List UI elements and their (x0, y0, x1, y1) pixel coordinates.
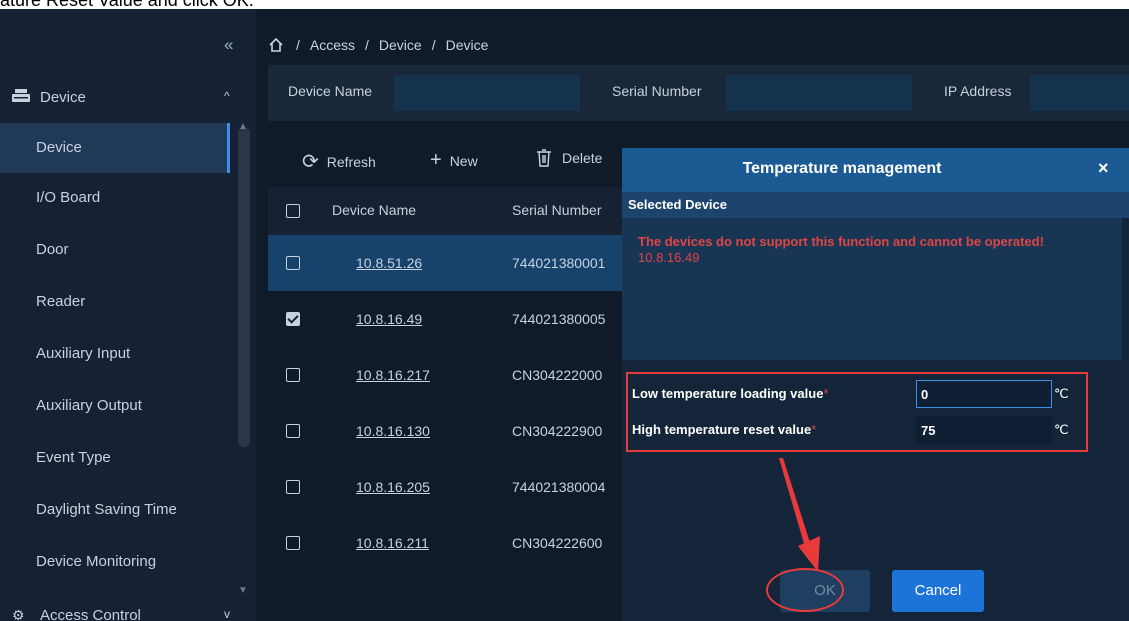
gear-icon: ⚙ (12, 607, 25, 621)
refresh-label: Refresh (326, 153, 376, 170)
serial-number-cell: 744021380001 (512, 255, 606, 271)
device-name-link[interactable]: 10.8.16.217 (356, 367, 430, 383)
serial-number-cell: CN304222600 (512, 535, 603, 551)
row-checkbox[interactable] (286, 424, 300, 438)
filter-bar: Device Name Serial Number IP Address (268, 65, 1129, 121)
column-header-serial-number[interactable]: Serial Number (512, 202, 601, 218)
ip-address-filter-label: IP Address (944, 83, 1012, 99)
device-name-link[interactable]: 10.8.16.130 (356, 423, 430, 439)
serial-number-cell: CN304222000 (512, 367, 603, 383)
device-name-link[interactable]: 10.8.51.26 (356, 255, 422, 271)
device-name-filter-label: Device Name (288, 83, 373, 99)
sidebar-group-label: Access Control (40, 607, 141, 621)
sidebar-item-device[interactable]: Device (0, 123, 230, 173)
sidebar: « Device ^ Device I/O Board Door Reader … (0, 9, 256, 621)
chevron-up-icon: ^ (224, 89, 230, 103)
breadcrumb-item-access[interactable]: Access (310, 37, 355, 53)
delete-label: Delete (562, 150, 603, 166)
instruction-caption: ature Reset Value and click OK. (0, 0, 1129, 9)
new-button[interactable]: + New (430, 149, 478, 172)
device-icon (12, 89, 30, 102)
serial-number-filter-label: Serial Number (612, 83, 702, 99)
sidebar-item-daylight-saving-time[interactable]: Daylight Saving Time (0, 485, 230, 535)
device-name-link[interactable]: 10.8.16.205 (356, 479, 430, 495)
row-checkbox[interactable] (286, 536, 300, 550)
breadcrumb-separator: / (365, 37, 369, 53)
scroll-up-icon[interactable]: ▲ (238, 121, 248, 132)
row-checkbox[interactable] (286, 256, 300, 270)
sidebar-item-auxiliary-output[interactable]: Auxiliary Output (0, 381, 230, 431)
refresh-icon: ⟳ (302, 151, 319, 173)
annotation-arrow-icon (779, 458, 820, 572)
device-name-filter-input[interactable] (394, 75, 580, 111)
device-name-link[interactable]: 10.8.16.49 (356, 311, 422, 327)
sidebar-group-device[interactable]: Device ^ (0, 77, 256, 117)
sidebar-item-event-type[interactable]: Event Type (0, 433, 230, 483)
breadcrumb-item-device[interactable]: Device (379, 37, 422, 53)
row-checkbox-checked[interactable] (286, 312, 300, 326)
row-checkbox[interactable] (286, 480, 300, 494)
device-name-link[interactable]: 10.8.16.211 (356, 535, 429, 551)
sidebar-item-reader[interactable]: Reader (0, 277, 230, 327)
ip-address-filter-input[interactable] (1030, 75, 1129, 111)
new-label: New (449, 152, 478, 169)
app-window: « Device ^ Device I/O Board Door Reader … (0, 9, 1129, 621)
sidebar-item-auxiliary-input[interactable]: Auxiliary Input (0, 329, 230, 379)
trash-icon (537, 149, 551, 167)
sidebar-item-device-monitoring[interactable]: Device Monitoring (0, 537, 230, 587)
sidebar-group-access-control[interactable]: ⚙ Access Control v (0, 605, 256, 621)
select-all-checkbox[interactable] (286, 204, 300, 218)
scroll-down-icon[interactable]: ▼ (238, 585, 248, 596)
chevron-down-icon: v (224, 607, 230, 621)
serial-number-cell: 744021380005 (512, 311, 606, 327)
collapse-sidebar-icon[interactable]: « (224, 35, 233, 55)
sidebar-scroll-thumb[interactable] (238, 127, 250, 447)
breadcrumb-separator: / (431, 37, 436, 53)
temperature-management-dialog: Temperature management × Selected Device… (622, 148, 1129, 621)
serial-number-cell: 744021380004 (512, 479, 606, 495)
sidebar-group-label: Device (40, 89, 86, 106)
plus-icon: + (430, 149, 442, 171)
column-header-device-name[interactable]: Device Name (332, 202, 416, 218)
row-checkbox[interactable] (286, 368, 300, 382)
breadcrumb-separator: / (296, 37, 300, 53)
serial-number-cell: CN304222900 (512, 423, 603, 439)
home-icon[interactable] (268, 37, 284, 53)
breadcrumb: / Access / Device / Device (268, 33, 488, 57)
serial-number-filter-input[interactable] (726, 75, 912, 111)
breadcrumb-item-device-current: Device (445, 37, 489, 53)
sidebar-item-io-board[interactable]: I/O Board (0, 173, 230, 223)
sidebar-item-door[interactable]: Door (0, 225, 230, 275)
refresh-button[interactable]: ⟳ Refresh (302, 149, 376, 174)
delete-button[interactable]: Delete (536, 149, 602, 167)
